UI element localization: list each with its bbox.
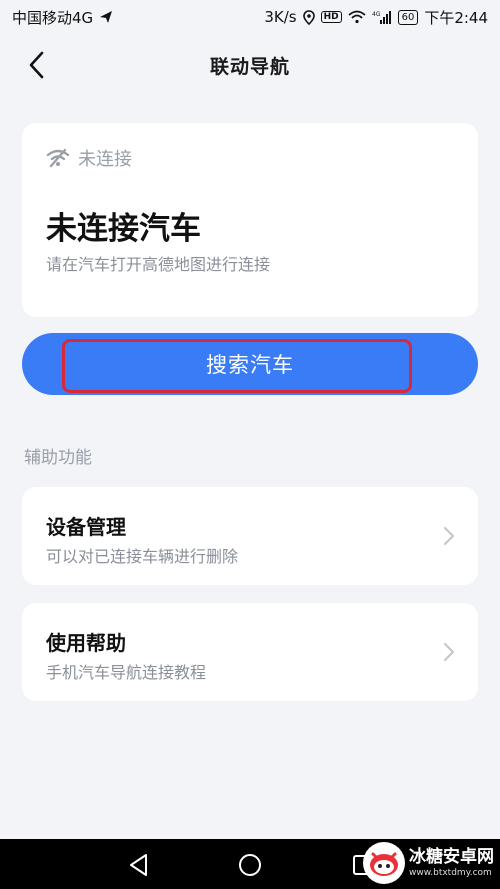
chevron-left-icon — [29, 51, 44, 79]
list-item-title: 使用帮助 — [46, 631, 126, 655]
system-back-button[interactable] — [126, 852, 152, 878]
connection-title: 未连接汽车 — [46, 211, 201, 247]
connection-status-label: 未连接 — [78, 149, 132, 170]
triangle-back-icon — [130, 854, 147, 876]
back-button[interactable] — [18, 46, 54, 84]
status-bar-left: 中国移动4G — [12, 7, 113, 28]
search-car-button[interactable]: 搜索汽车 — [22, 333, 478, 395]
search-car-label: 搜索汽车 — [206, 353, 294, 377]
list-item-subtitle: 手机汽车导航连接教程 — [46, 663, 207, 682]
wifi-icon — [347, 10, 366, 24]
status-bar-right: 3K/s HD 4G 60 下午2:44 — [264, 7, 488, 28]
disconnected-icon — [46, 148, 70, 168]
chevron-right-icon — [443, 642, 455, 662]
signal-icon: 4G — [372, 10, 392, 25]
connection-subtitle: 请在汽车打开高德地图进行连接 — [46, 255, 271, 274]
list-item-title: 设备管理 — [46, 515, 126, 539]
watermark-name: 冰糖安卓网 — [409, 847, 494, 867]
page-title: 联动导航 — [209, 55, 290, 78]
status-bar: 中国移动4G 3K/s HD 4G 60 下午2:44 — [0, 0, 500, 34]
watermark-text: 冰糖安卓网 www.btxtdmy.com — [409, 847, 494, 879]
device-management-item[interactable]: 设备管理 可以对已连接车辆进行删除 — [22, 487, 478, 585]
usage-help-item[interactable]: 使用帮助 手机汽车导航连接教程 — [22, 603, 478, 701]
battery-indicator: 60 — [397, 9, 419, 25]
connection-status-card: 未连接 未连接汽车 请在汽车打开高德地图进行连接 — [22, 123, 478, 317]
system-home-button[interactable] — [237, 852, 263, 878]
location-icon — [302, 9, 315, 25]
network-speed: 3K/s — [264, 8, 297, 26]
clock: 下午2:44 — [424, 8, 488, 27]
chevron-right-icon — [443, 526, 455, 546]
connection-status-row: 未连接 — [46, 145, 132, 171]
circle-home-icon — [239, 854, 261, 876]
svg-text:4G: 4G — [372, 11, 381, 18]
carrier-label: 中国移动4G — [12, 8, 94, 27]
hd-badge: HD — [320, 11, 342, 23]
list-item-subtitle: 可以对已连接车辆进行删除 — [46, 547, 239, 566]
send-icon — [99, 10, 113, 24]
watermark-url: www.btxtdmy.com — [409, 868, 492, 878]
nav-bar: 联动导航 — [0, 34, 500, 96]
watermark: 冰糖安卓网 www.btxtdmy.com — [363, 842, 494, 884]
watermark-logo-icon — [363, 842, 405, 884]
section-label-assist: 辅助功能 — [24, 448, 92, 468]
